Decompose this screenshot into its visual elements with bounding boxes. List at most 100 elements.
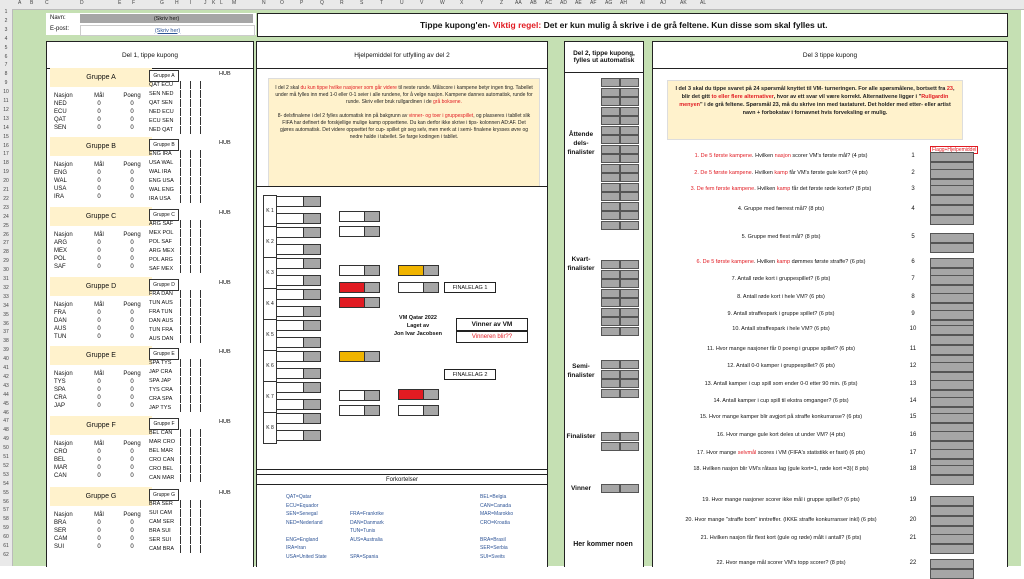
score-cell[interactable] <box>180 386 190 394</box>
name-field[interactable]: (Skriv her) <box>80 14 253 23</box>
score-cell[interactable] <box>200 527 210 535</box>
score-cell[interactable] <box>190 326 200 334</box>
score-cell[interactable] <box>190 159 200 167</box>
score-cell[interactable] <box>200 326 210 334</box>
score-cell[interactable] <box>200 229 210 237</box>
score-cell[interactable] <box>180 81 190 89</box>
answer-field[interactable] <box>930 185 974 195</box>
score-cell[interactable] <box>180 326 190 334</box>
score-cell[interactable] <box>190 265 200 273</box>
score-cell[interactable] <box>190 256 200 264</box>
score-cell[interactable] <box>190 474 200 482</box>
answer-field[interactable] <box>930 310 974 320</box>
score-cell[interactable] <box>180 247 190 255</box>
score-cell[interactable] <box>190 299 200 307</box>
score-cell[interactable] <box>190 500 200 508</box>
score-cell[interactable] <box>200 195 210 203</box>
score-cell[interactable] <box>200 159 210 167</box>
quarter-input[interactable] <box>364 282 380 293</box>
score-cell[interactable] <box>200 117 210 125</box>
score-cell[interactable] <box>180 518 190 526</box>
semi-input[interactable] <box>423 389 439 400</box>
answer-field[interactable] <box>930 506 974 516</box>
score-cell[interactable] <box>200 317 210 325</box>
answer-field[interactable] <box>930 275 974 285</box>
score-cell[interactable] <box>200 150 210 158</box>
answer-field[interactable] <box>930 362 974 372</box>
score-cell[interactable] <box>200 81 210 89</box>
semi-input[interactable] <box>423 265 439 276</box>
score-cell[interactable] <box>200 404 210 412</box>
bracket-input[interactable] <box>303 368 321 379</box>
quarter-input[interactable] <box>364 351 380 362</box>
score-cell[interactable] <box>180 150 190 158</box>
score-cell[interactable] <box>200 368 210 376</box>
answer-field[interactable] <box>930 233 974 243</box>
score-cell[interactable] <box>190 99 200 107</box>
score-cell[interactable] <box>180 256 190 264</box>
score-cell[interactable] <box>200 465 210 473</box>
bracket-input[interactable] <box>303 258 321 269</box>
bracket-input[interactable] <box>303 413 321 424</box>
score-cell[interactable] <box>180 509 190 517</box>
score-cell[interactable] <box>190 447 200 455</box>
bracket-input[interactable] <box>303 196 321 207</box>
answer-field[interactable] <box>930 325 974 335</box>
score-cell[interactable] <box>190 317 200 325</box>
score-cell[interactable] <box>180 299 190 307</box>
score-cell[interactable] <box>200 386 210 394</box>
score-cell[interactable] <box>180 377 190 385</box>
score-cell[interactable] <box>200 377 210 385</box>
answer-field[interactable] <box>930 205 974 215</box>
bracket-input[interactable] <box>303 382 321 393</box>
score-cell[interactable] <box>190 404 200 412</box>
semi-input[interactable] <box>423 282 439 293</box>
bracket-input[interactable] <box>303 399 321 410</box>
score-cell[interactable] <box>190 117 200 125</box>
score-cell[interactable] <box>180 290 190 298</box>
score-cell[interactable] <box>190 395 200 403</box>
score-cell[interactable] <box>180 265 190 273</box>
score-cell[interactable] <box>180 465 190 473</box>
answer-field[interactable] <box>930 544 974 554</box>
score-cell[interactable] <box>190 509 200 517</box>
quarter-input[interactable] <box>364 265 380 276</box>
score-cell[interactable] <box>200 509 210 517</box>
answer-field[interactable] <box>930 345 974 355</box>
bracket-input[interactable] <box>303 213 321 224</box>
score-cell[interactable] <box>200 536 210 544</box>
score-cell[interactable] <box>180 186 190 194</box>
score-cell[interactable] <box>180 474 190 482</box>
score-cell[interactable] <box>200 335 210 343</box>
score-cell[interactable] <box>180 395 190 403</box>
score-cell[interactable] <box>190 247 200 255</box>
score-cell[interactable] <box>180 536 190 544</box>
score-cell[interactable] <box>180 168 190 176</box>
email-field[interactable]: (Skriv her) <box>80 25 255 36</box>
score-cell[interactable] <box>180 126 190 134</box>
answer-field[interactable] <box>930 169 974 179</box>
score-cell[interactable] <box>190 168 200 176</box>
bracket-input[interactable] <box>303 289 321 300</box>
bracket-input[interactable] <box>303 244 321 255</box>
answer-field[interactable] <box>930 258 974 268</box>
score-cell[interactable] <box>180 429 190 437</box>
score-cell[interactable] <box>180 159 190 167</box>
answer-field[interactable] <box>930 215 974 225</box>
score-cell[interactable] <box>200 474 210 482</box>
answer-field[interactable] <box>930 465 974 475</box>
score-cell[interactable] <box>200 177 210 185</box>
score-cell[interactable] <box>200 456 210 464</box>
score-cell[interactable] <box>200 126 210 134</box>
bracket-input[interactable] <box>303 275 321 286</box>
answer-field[interactable] <box>930 397 974 407</box>
answer-field[interactable] <box>930 569 974 579</box>
score-cell[interactable] <box>200 108 210 116</box>
answer-field[interactable] <box>930 534 974 544</box>
score-cell[interactable] <box>190 177 200 185</box>
answer-field[interactable] <box>930 243 974 253</box>
score-cell[interactable] <box>200 290 210 298</box>
score-cell[interactable] <box>180 108 190 116</box>
score-cell[interactable] <box>200 518 210 526</box>
quarter-input[interactable] <box>364 226 380 237</box>
